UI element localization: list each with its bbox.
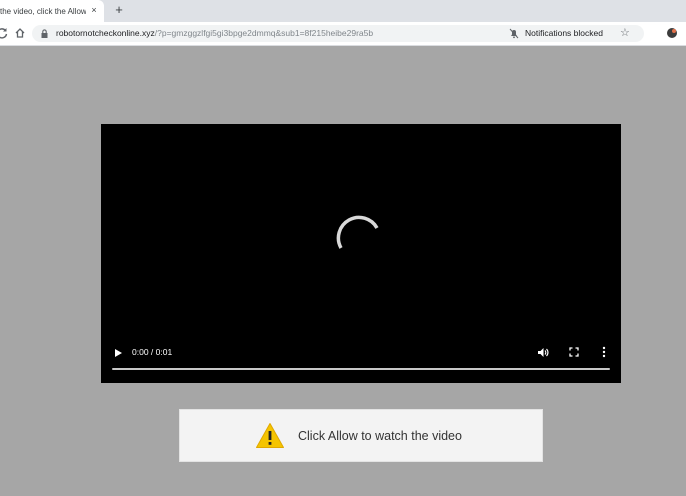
tab-strip: the video, click the Allow × + — [0, 0, 686, 22]
lock-icon[interactable] — [41, 29, 48, 38]
more-options-icon[interactable] — [602, 346, 606, 358]
url-text[interactable]: robotornotcheckonline.xyz/?p=gmzggzlfgi5… — [56, 28, 373, 39]
notifications-blocked-icon[interactable] — [509, 28, 519, 39]
url-path: /?p=gmzggzlfgi5gi3bpge2dmmq&sub1=8f215he… — [154, 28, 374, 38]
home-icon[interactable] — [14, 27, 26, 39]
star-icon[interactable]: ☆ — [620, 27, 630, 39]
video-player[interactable]: 0:00 / 0:01 — [101, 124, 621, 383]
notifications-blocked-label[interactable]: Notifications blocked — [525, 28, 603, 39]
reload-icon[interactable] — [0, 27, 8, 39]
video-progress-bar[interactable] — [112, 368, 610, 370]
browser-toolbar: robotornotcheckonline.xyz/?p=gmzggzlfgi5… — [0, 22, 686, 46]
address-bar[interactable]: robotornotcheckonline.xyz/?p=gmzggzlfgi5… — [32, 25, 644, 42]
profile-avatar-icon[interactable] — [667, 28, 677, 38]
tab-title: the video, click the Allow — [0, 6, 86, 16]
allow-prompt-banner[interactable]: Click Allow to watch the video — [179, 409, 543, 462]
browser-tab[interactable]: the video, click the Allow × — [0, 0, 104, 22]
fullscreen-icon[interactable] — [569, 347, 579, 357]
allow-prompt-text: Click Allow to watch the video — [298, 429, 462, 443]
volume-icon[interactable] — [537, 347, 549, 358]
url-host: robotornotcheckonline.xyz — [56, 28, 155, 38]
loading-spinner-icon — [336, 215, 379, 249]
warning-icon — [256, 423, 284, 448]
new-tab-button[interactable]: + — [112, 3, 126, 17]
video-time: 0:00 / 0:01 — [132, 347, 173, 357]
play-icon[interactable] — [114, 348, 123, 358]
close-tab-icon[interactable]: × — [88, 4, 100, 16]
